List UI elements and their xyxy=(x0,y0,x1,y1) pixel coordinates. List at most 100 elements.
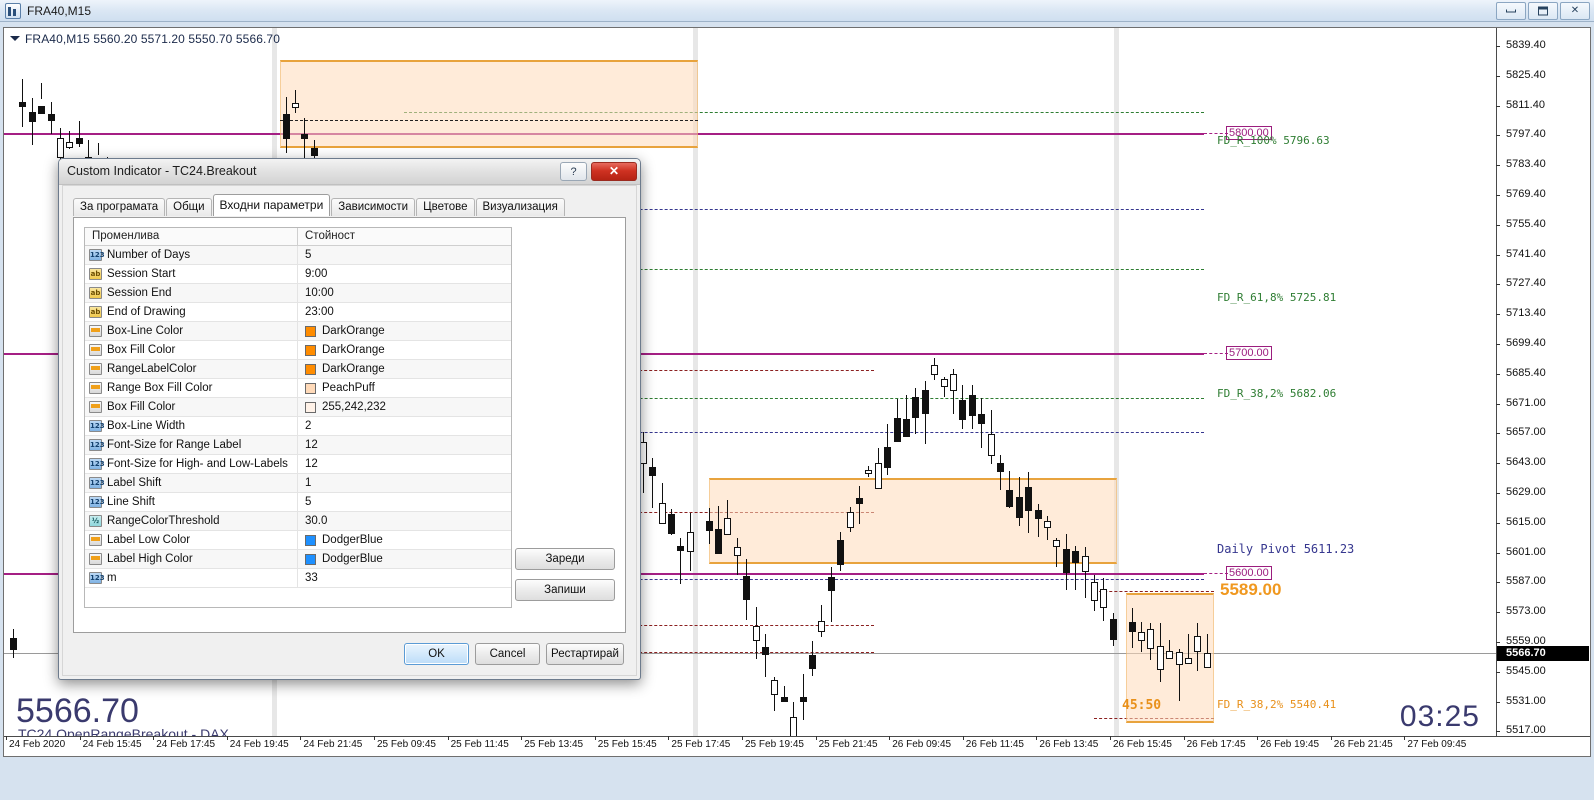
parameter-row[interactable]: ab Session Start 9:00 xyxy=(85,265,511,284)
parameter-value: PeachPuff xyxy=(322,382,375,394)
parameter-value: 5 xyxy=(305,496,312,508)
last-price-tag: 5566.70 xyxy=(1497,646,1589,661)
parameter-name: Font-Size for High- and Low-Labels xyxy=(107,458,288,470)
parameter-row[interactable]: 123 Line Shift 5 xyxy=(85,493,511,512)
parameter-row[interactable]: 123 Number of Days 5 xyxy=(85,246,511,265)
parameter-name: Line Shift xyxy=(107,496,155,508)
tab-4[interactable]: Зависимости xyxy=(331,198,416,216)
parameter-row[interactable]: Label High Color DodgerBlue xyxy=(85,550,511,569)
parameter-name: Label Shift xyxy=(107,477,162,489)
dialog-action-buttons: OK Cancel Рестартирай xyxy=(404,643,624,665)
parameter-value: 5 xyxy=(305,249,312,261)
parameter-row[interactable]: 123 Label Shift 1 xyxy=(85,474,511,493)
tab-6[interactable]: Визуализация xyxy=(475,198,565,216)
parameter-row[interactable]: Label Low Color DodgerBlue xyxy=(85,531,511,550)
parameter-row[interactable]: Box Fill Color DarkOrange xyxy=(85,341,511,360)
ok-button[interactable]: OK xyxy=(404,643,469,665)
chart-icon xyxy=(5,2,21,19)
parameter-value-cell[interactable]: DodgerBlue xyxy=(298,531,511,549)
parameter-value-cell[interactable]: DarkOrange xyxy=(298,360,511,378)
parameter-value-cell[interactable]: 12 xyxy=(298,455,511,473)
dialog-tabs[interactable]: За програмата Общи Входни параметри Зависим… xyxy=(73,194,626,216)
price-scale[interactable]: 5839.40 5825.40 5811.40 5797.40 5783.40 5769.… xyxy=(1496,28,1590,756)
parameter-row[interactable]: Box-Line Color DarkOrange xyxy=(85,322,511,341)
parameter-value-cell[interactable]: PeachPuff xyxy=(298,379,511,397)
time-tick: 26 Feb 11:45 xyxy=(962,736,1024,750)
time-tick: 25 Feb 13:45 xyxy=(521,736,584,750)
color-type-icon xyxy=(89,553,102,565)
parameter-value-cell[interactable]: 2 xyxy=(298,417,511,435)
string-type-icon: ab xyxy=(89,268,102,280)
parameter-value-cell[interactable]: 30.0 xyxy=(298,512,511,530)
parameter-value-cell[interactable]: DodgerBlue xyxy=(298,550,511,568)
int-type-icon: 123 xyxy=(89,572,105,584)
maximize-icon[interactable] xyxy=(1528,2,1558,20)
parameter-row[interactable]: Box Fill Color 255,242,232 xyxy=(85,398,511,417)
time-scale[interactable]: 24 Feb 2020 24 Feb 15:45 24 Feb 17:45 24 Fe… xyxy=(4,736,1590,756)
parameter-value-cell[interactable]: 1 xyxy=(298,474,511,492)
time-tick: 27 Feb 09:45 xyxy=(1404,736,1467,750)
load-button[interactable]: Зареди xyxy=(515,548,615,570)
parameter-row[interactable]: RangeLabelColor DarkOrange xyxy=(85,360,511,379)
custom-indicator-dialog[interactable]: Custom Indicator - TC24.Breakout ? ✕ За … xyxy=(58,158,641,680)
color-swatch xyxy=(305,363,316,375)
tab-1[interactable]: За програмата xyxy=(73,198,166,216)
parameter-value-cell[interactable]: 33 xyxy=(298,569,511,587)
parameter-value-cell[interactable]: DarkOrange xyxy=(298,322,511,340)
parameter-name: Number of Days xyxy=(107,249,191,261)
minimize-icon[interactable] xyxy=(1496,2,1526,20)
parameter-value: 2 xyxy=(305,420,312,432)
tab-3[interactable]: Входни параметри xyxy=(212,194,331,216)
chart-ohlc-header: FRA40,M15 5560.20 5571.20 5550.70 5566.7… xyxy=(10,32,280,46)
tab-2[interactable]: Общи xyxy=(166,198,212,216)
time-tick: 24 Feb 15:45 xyxy=(79,736,142,750)
parameter-row[interactable]: 123 m 33 xyxy=(85,569,511,588)
parameter-value-cell[interactable]: DarkOrange xyxy=(298,341,511,359)
parameter-name: End of Drawing xyxy=(107,306,186,318)
help-icon[interactable]: ? xyxy=(560,162,587,181)
tab-5[interactable]: Цветове xyxy=(416,198,475,216)
opening-range-box-day1 xyxy=(280,60,698,148)
restart-button[interactable]: Рестартирай xyxy=(546,643,624,665)
parameter-value-cell[interactable]: 12 xyxy=(298,436,511,454)
dialog-close-icon[interactable]: ✕ xyxy=(591,162,637,181)
parameter-value: 12 xyxy=(305,439,318,451)
parameter-row[interactable]: ab Session End 10:00 xyxy=(85,284,511,303)
parameter-name: Session End xyxy=(107,287,172,299)
time-tick: 25 Feb 09:45 xyxy=(374,736,436,750)
color-swatch xyxy=(305,401,316,413)
grid-header-value: Стойност xyxy=(305,230,356,242)
cancel-button[interactable]: Cancel xyxy=(475,643,540,665)
parameter-name: Font-Size for Range Label xyxy=(107,439,242,451)
parameter-value-cell[interactable]: 9:00 xyxy=(298,265,511,283)
save-button[interactable]: Запиши xyxy=(515,579,615,601)
parameter-value-cell[interactable]: 23:00 xyxy=(298,303,511,321)
parameter-row[interactable]: 123 Font-Size for High- and Low-Labels 12 xyxy=(85,455,511,474)
parameter-row[interactable]: ab End of Drawing 23:00 xyxy=(85,303,511,322)
parameter-name: Label Low Color xyxy=(107,534,191,546)
parameter-value-cell[interactable]: 255,242,232 xyxy=(298,398,511,416)
chevron-down-icon[interactable] xyxy=(10,36,20,41)
dialog-title: Custom Indicator - TC24.Breakout xyxy=(67,164,257,178)
parameter-row[interactable]: Range Box Fill Color PeachPuff xyxy=(85,379,511,398)
parameter-value: DarkOrange xyxy=(322,325,385,337)
parameter-row[interactable]: 123 Font-Size for Range Label 12 xyxy=(85,436,511,455)
time-tick: 25 Feb 11:45 xyxy=(447,736,509,750)
parameter-row[interactable]: 123 Box-Line Width 2 xyxy=(85,417,511,436)
color-swatch xyxy=(305,344,316,356)
annotation-fib-100: FD_R_100% 5796.63 xyxy=(1217,134,1330,147)
close-icon[interactable]: ✕ xyxy=(1560,2,1590,20)
annotation-daily-pivot: Daily Pivot 5611.23 xyxy=(1217,542,1355,556)
parameter-value-cell[interactable]: 5 xyxy=(298,246,511,264)
parameter-value: 33 xyxy=(305,572,318,584)
parameter-value-cell[interactable]: 10:00 xyxy=(298,284,511,302)
parameter-name: Range Box Fill Color xyxy=(107,382,213,394)
annotation-fib-low: FD_R_38,2% 5540.41 xyxy=(1217,698,1337,711)
parameter-value-cell[interactable]: 5 xyxy=(298,493,511,511)
parameter-row[interactable]: ½ RangeColorThreshold 30.0 xyxy=(85,512,511,531)
time-tick: 25 Feb 21:45 xyxy=(815,736,878,750)
time-tick: 26 Feb 15:45 xyxy=(1110,736,1172,750)
parameters-grid[interactable]: Променлива Стойност 123 Number of Days 5 ab… xyxy=(84,227,512,608)
grid-header-variable: Променлива xyxy=(85,228,298,245)
range-mid-dash-1 xyxy=(280,120,698,121)
